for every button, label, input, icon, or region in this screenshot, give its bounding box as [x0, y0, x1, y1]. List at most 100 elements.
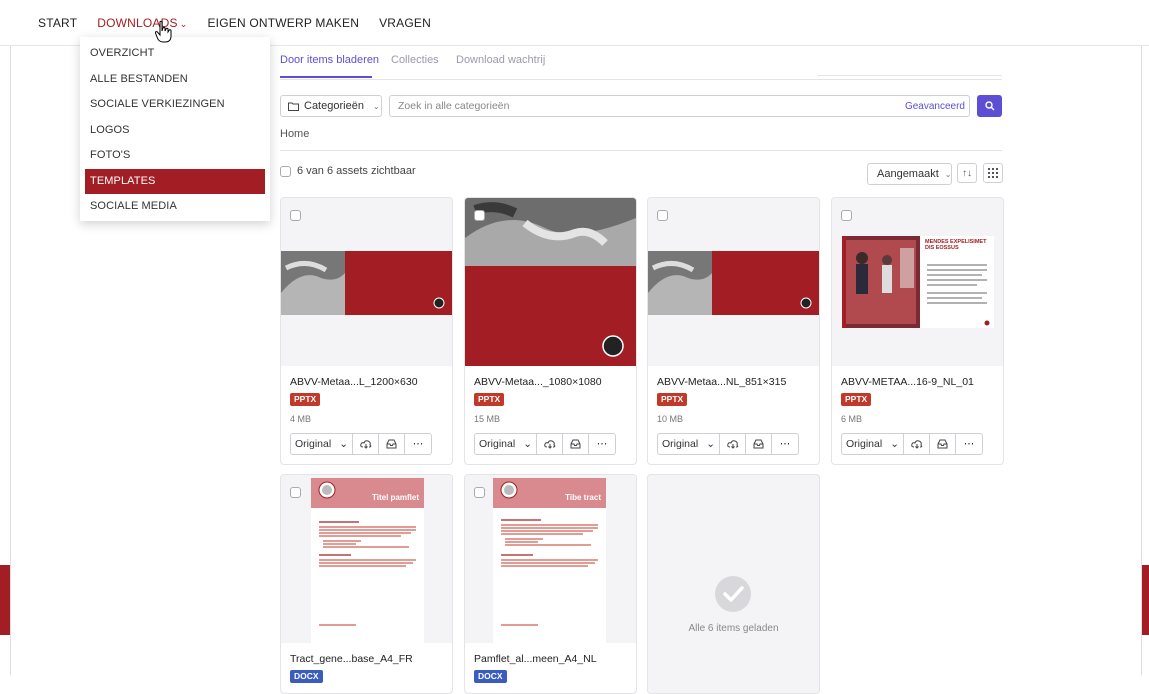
asset-card[interactable]: Tibe tract Pamflet_al...meen_A4_NL DOCX [464, 474, 637, 694]
handshake-cover-image [648, 251, 819, 315]
inbox-icon [753, 439, 764, 449]
asset-card[interactable]: MENDES EXPELISIMET DIS EOSSUS ABVV-METAA… [831, 197, 1004, 465]
red-accent-left [0, 565, 10, 635]
asset-card[interactable]: ABVV-Metaa...NL_851×315 PPTX 10 MB Origi… [647, 197, 820, 465]
add-to-collection-button[interactable] [746, 434, 772, 454]
dropdown-item-alle-bestanden[interactable]: ALLE BESTANDEN [80, 67, 270, 93]
document-title: Titel pamflet [372, 493, 419, 502]
file-type-badge: DOCX [290, 670, 323, 683]
add-to-collection-button[interactable] [930, 434, 956, 454]
format-select-label: Original [846, 438, 883, 450]
asset-checkbox[interactable] [290, 487, 301, 498]
asset-name[interactable]: ABVV-METAA...16-9_NL_01 [841, 376, 974, 388]
asset-thumbnail[interactable] [465, 198, 636, 366]
asset-checkbox[interactable] [290, 210, 301, 221]
dropdown-item-templates[interactable]: TEMPLATES [85, 168, 265, 194]
breadcrumb-divider [280, 150, 1002, 151]
chevron-down-icon: ⌄ [706, 438, 715, 450]
format-select-label: Original [479, 438, 516, 450]
add-to-collection-button[interactable] [563, 434, 589, 454]
nav-start[interactable]: START [38, 16, 77, 30]
search-input[interactable]: Zoek in alle categorieën Geavanceerd [389, 95, 970, 117]
more-options-button[interactable]: ⋯ [405, 434, 431, 454]
dropdown-item-sociale-media[interactable]: SOCIALE MEDIA [80, 194, 270, 220]
asset-name[interactable]: ABVV-Metaa..._1080×1080 [474, 376, 602, 388]
more-options-button[interactable]: ⋯ [589, 434, 615, 454]
asset-thumbnail[interactable] [281, 198, 452, 366]
asset-checkbox[interactable] [474, 210, 485, 221]
folder-icon [288, 102, 299, 111]
red-accent-right [1142, 565, 1149, 635]
hand-cursor-icon [154, 20, 172, 43]
dropdown-item-fotos[interactable]: FOTO'S [80, 143, 270, 169]
grid-icon [988, 168, 998, 178]
download-button[interactable] [720, 434, 746, 454]
asset-name[interactable]: Pamflet_al...meen_A4_NL [474, 653, 597, 665]
tab-door-items-bladeren[interactable]: Door items bladeren [280, 54, 379, 66]
all-loaded-text: Alle 6 items geladen [688, 623, 779, 634]
dropdown-item-logos[interactable]: LOGOS [80, 118, 270, 144]
dropdown-item-overzicht[interactable]: OVERZICHT [80, 41, 270, 67]
file-type-badge: PPTX [290, 393, 321, 406]
asset-name[interactable]: Tract_gene...base_A4_FR [290, 653, 413, 665]
asset-thumbnail[interactable]: Titel pamflet [281, 475, 452, 643]
search-button[interactable] [977, 95, 1002, 117]
asset-name[interactable]: ABVV-Metaa...L_1200×630 [290, 376, 418, 388]
grid-view-button[interactable] [983, 163, 1003, 183]
active-tab-indicator [280, 76, 372, 78]
add-to-collection-button[interactable] [379, 434, 405, 454]
download-button[interactable] [353, 434, 379, 454]
nav-eigen-ontwerp[interactable]: EIGEN ONTWERP MAKEN [207, 16, 359, 30]
sort-direction-button[interactable]: ↑↓ [957, 163, 977, 183]
format-select[interactable]: Original ⌄ [475, 434, 537, 454]
file-size: 10 MB [657, 414, 684, 424]
asset-checkbox[interactable] [474, 487, 485, 498]
select-all-checkbox[interactable] [280, 165, 291, 177]
chevron-down-icon: ⌄ [523, 438, 532, 450]
asset-actions: Original ⌄ ⋯ [290, 433, 432, 455]
format-select[interactable]: Original ⌄ [842, 434, 904, 454]
asset-name[interactable]: ABVV-Metaa...NL_851×315 [657, 376, 786, 388]
format-select-label: Original [662, 438, 699, 450]
page-frame-left [10, 0, 11, 675]
search-bar: Categorieën ⌄ Zoek in alle categorieën G… [280, 95, 1002, 117]
asset-checkbox[interactable] [657, 210, 668, 221]
asset-actions: Original ⌄ ⋯ [841, 433, 983, 455]
cloud-download-icon [726, 440, 738, 449]
more-options-button[interactable]: ⋯ [772, 434, 798, 454]
tab-collecties[interactable]: Collecties [391, 54, 439, 66]
sort-dropdown[interactable]: Aangemaakt ⌄ [867, 163, 952, 185]
cloud-download-icon [910, 440, 922, 449]
advanced-search-link[interactable]: Geavanceerd [905, 101, 965, 112]
asset-thumbnail[interactable]: MENDES EXPELISIMET DIS EOSSUS [832, 198, 1003, 366]
category-dropdown-button[interactable]: Categorieën ⌄ [280, 95, 382, 117]
document-title: Tibe tract [565, 493, 601, 502]
download-button[interactable] [904, 434, 930, 454]
format-select[interactable]: Original ⌄ [291, 434, 353, 454]
asset-card[interactable]: ABVV-Metaa...L_1200×630 PPTX 4 MB Origin… [280, 197, 453, 465]
nav-vragen[interactable]: VRAGEN [379, 16, 431, 30]
asset-card[interactable]: Titel pamflet Tract_gene...base_A4_FR DO… [280, 474, 453, 694]
asset-card[interactable]: ABVV-Metaa..._1080×1080 PPTX 15 MB Origi… [464, 197, 637, 465]
search-placeholder: Zoek in alle categorieën [398, 100, 510, 112]
asset-count-text: 6 van 6 assets zichtbaar [297, 165, 416, 177]
more-options-button[interactable]: ⋯ [956, 434, 982, 454]
breadcrumb[interactable]: Home [280, 128, 309, 140]
asset-thumbnail[interactable]: Tibe tract [465, 475, 636, 643]
asset-checkbox[interactable] [841, 210, 852, 221]
chevron-down-icon: ⌄ [372, 101, 380, 111]
cloud-download-icon [543, 440, 555, 449]
file-size: 15 MB [474, 414, 501, 424]
search-icon [984, 101, 994, 111]
sort-label: Aangemaakt [877, 168, 939, 180]
file-size: 4 MB [290, 414, 312, 424]
dropdown-item-sociale-verkiezingen[interactable]: SOCIALE VERKIEZINGEN [80, 92, 270, 118]
tab-download-wachtrij[interactable]: Download wachtrij [456, 54, 545, 66]
download-button[interactable] [537, 434, 563, 454]
file-type-badge: DOCX [474, 670, 507, 683]
asset-thumbnail[interactable] [648, 198, 819, 366]
format-select[interactable]: Original ⌄ [658, 434, 720, 454]
check-circle-icon [715, 576, 751, 612]
chevron-down-icon: ⌄ [890, 438, 899, 450]
select-all-row: 6 van 6 assets zichtbaar [280, 165, 416, 177]
